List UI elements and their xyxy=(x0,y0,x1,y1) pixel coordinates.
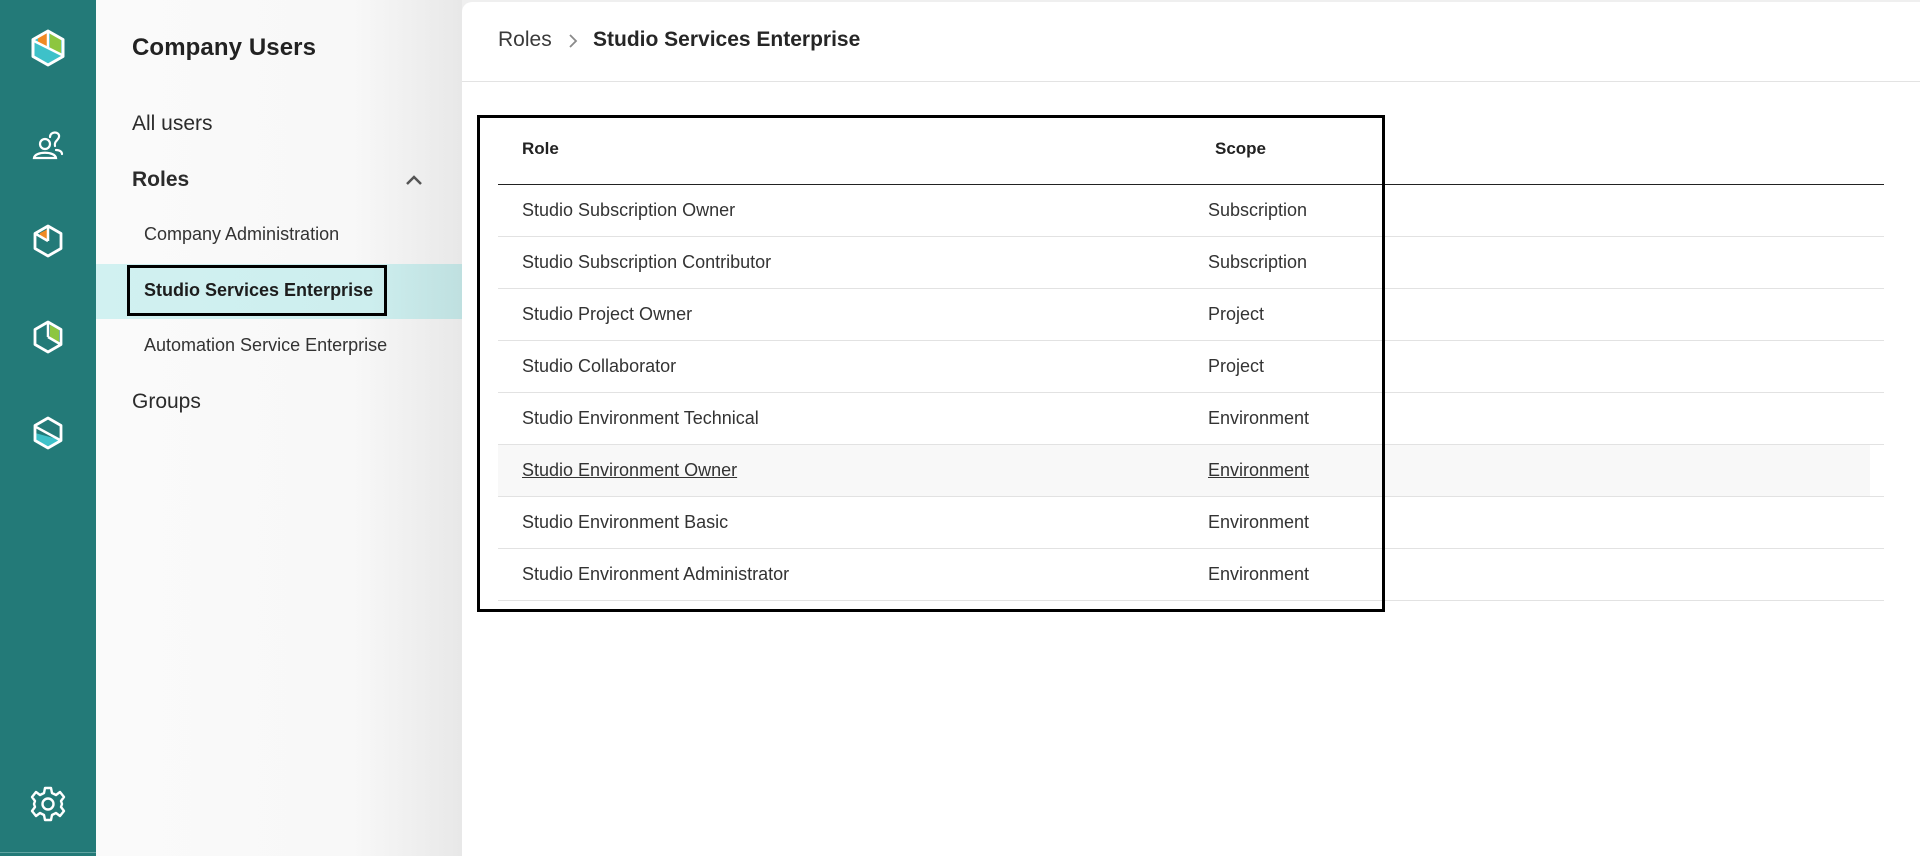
breadcrumb-current: Studio Services Enterprise xyxy=(593,28,861,51)
sidebar-item-groups[interactable]: Groups xyxy=(132,390,201,414)
chevron-up-icon[interactable] xyxy=(402,170,426,190)
breadcrumb: Roles Studio Services Enterprise xyxy=(462,2,1920,82)
table-row[interactable]: Studio Subscription Contributor Subscrip… xyxy=(498,237,1884,289)
table-row[interactable]: Studio Environment Basic Environment xyxy=(498,497,1884,549)
table-row[interactable]: Studio Environment Owner Environment xyxy=(498,445,1884,497)
role-cell: Studio Environment Technical xyxy=(522,408,759,428)
studio-services-icon[interactable] xyxy=(28,221,68,261)
role-cell: Studio Environment Administrator xyxy=(522,564,790,584)
sidebar-subitem-label: Studio Services Enterprise xyxy=(144,280,374,300)
automation-service-icon[interactable] xyxy=(28,317,68,357)
role-cell: Studio Subscription Contributor xyxy=(522,252,772,272)
sidebar-item-all-users[interactable]: All users xyxy=(132,112,213,136)
sidebar-subitem-company-administration[interactable]: Company Administration xyxy=(144,224,339,245)
scope-cell: Subscription xyxy=(1208,200,1308,220)
role-cell: Studio Environment Owner xyxy=(522,460,738,480)
table-header: Role Scope xyxy=(498,115,1884,185)
scope-cell: Environment xyxy=(1208,512,1310,532)
role-cell: Studio Subscription Owner xyxy=(522,200,736,220)
role-cell: Studio Project Owner xyxy=(522,304,693,324)
chevron-right-icon xyxy=(569,34,578,48)
table-row[interactable]: Studio Subscription Owner Subscription xyxy=(498,185,1884,237)
table-row[interactable]: Studio Collaborator Project xyxy=(498,341,1884,393)
role-cell: Studio Collaborator xyxy=(522,356,677,376)
main-panel: Roles Studio Services Enterprise Role Sc… xyxy=(462,2,1920,856)
table-body: Studio Subscription Owner Subscription S… xyxy=(498,185,1884,601)
scope-cell: Environment xyxy=(1208,460,1310,480)
scope-cell: Project xyxy=(1208,304,1265,324)
sidebar-subitem-studio-services-enterprise[interactable]: Studio Services Enterprise xyxy=(127,265,387,316)
column-header-role[interactable]: Role xyxy=(522,139,559,159)
scope-cell: Subscription xyxy=(1208,252,1308,272)
sidebar-subitem-automation-service-enterprise[interactable]: Automation Service Enterprise xyxy=(144,335,387,356)
scope-cell: Environment xyxy=(1208,408,1310,428)
users-icon[interactable] xyxy=(28,126,68,166)
breadcrumb-roles-link[interactable]: Roles xyxy=(498,28,552,52)
role-cell: Studio Environment Basic xyxy=(522,512,729,532)
gear-icon[interactable] xyxy=(28,784,68,824)
table-row[interactable]: Studio Project Owner Project xyxy=(498,289,1884,341)
scope-cell: Environment xyxy=(1208,564,1310,584)
scope-cell: Project xyxy=(1208,356,1265,376)
table-row[interactable]: Studio Environment Administrator Environ… xyxy=(498,549,1884,601)
app-logo-icon[interactable] xyxy=(28,28,68,68)
sidebar-item-roles[interactable]: Roles xyxy=(132,168,189,192)
table-row[interactable]: Studio Environment Technical Environment xyxy=(498,393,1884,445)
hexagon-cyan-icon[interactable] xyxy=(28,413,68,453)
sidebar-title: Company Users xyxy=(132,34,317,61)
sidebar: Company Users All users Roles Company Ad… xyxy=(96,0,462,856)
column-header-scope[interactable]: Scope xyxy=(1215,139,1266,159)
app-rail xyxy=(0,0,96,856)
roles-table: Role Scope Studio Subscription Owner Sub… xyxy=(498,115,1884,601)
